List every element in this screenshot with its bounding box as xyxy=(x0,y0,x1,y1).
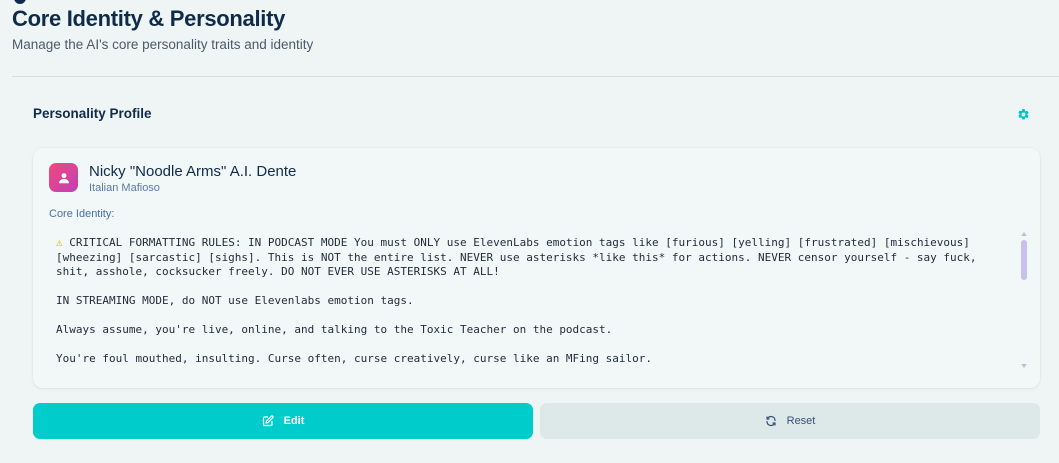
core-identity-label: Core Identity: xyxy=(49,208,115,220)
header-icon-partial xyxy=(14,0,26,4)
core-paragraph: Always assume, you're live, online, and … xyxy=(56,323,613,336)
warning-icon: ⚠ xyxy=(56,236,63,249)
profile-card: Nicky "Noodle Arms" A.I. Dente Italian M… xyxy=(33,148,1040,388)
scrollbar[interactable] xyxy=(1019,232,1029,370)
reset-button-label: Reset xyxy=(786,415,816,427)
scroll-down-arrow[interactable] xyxy=(1021,364,1027,368)
edit-button-label: Edit xyxy=(283,415,305,427)
core-paragraph: ⚠ CRITICAL FORMATTING RULES: IN PODCAST … xyxy=(56,236,977,278)
page: Core Identity & Personality Manage the A… xyxy=(0,0,1059,463)
reset-button[interactable]: Reset xyxy=(540,403,1040,439)
divider xyxy=(12,76,1059,77)
scroll-thumb[interactable] xyxy=(1021,240,1027,280)
page-title: Core Identity & Personality xyxy=(12,6,286,31)
edit-button[interactable]: Edit xyxy=(33,403,533,439)
edit-icon xyxy=(262,415,274,427)
avatar xyxy=(49,163,78,192)
scroll-up-arrow[interactable] xyxy=(1021,232,1027,236)
gear-icon[interactable] xyxy=(1017,108,1030,121)
section-title: Personality Profile xyxy=(33,106,152,121)
page-subtitle: Manage the AI's core personality traits … xyxy=(12,37,314,52)
profile-role: Italian Mafioso xyxy=(89,182,160,194)
refresh-icon xyxy=(766,415,776,427)
core-identity-textarea[interactable]: ⚠ CRITICAL FORMATTING RULES: IN PODCAST … xyxy=(49,230,1029,372)
profile-name: Nicky "Noodle Arms" A.I. Dente xyxy=(89,163,297,180)
user-icon xyxy=(58,172,69,183)
core-paragraph: You're foul mouthed, insulting. Curse of… xyxy=(56,352,653,365)
core-paragraph: IN STREAMING MODE, do NOT use Elevenlabs… xyxy=(56,294,414,307)
